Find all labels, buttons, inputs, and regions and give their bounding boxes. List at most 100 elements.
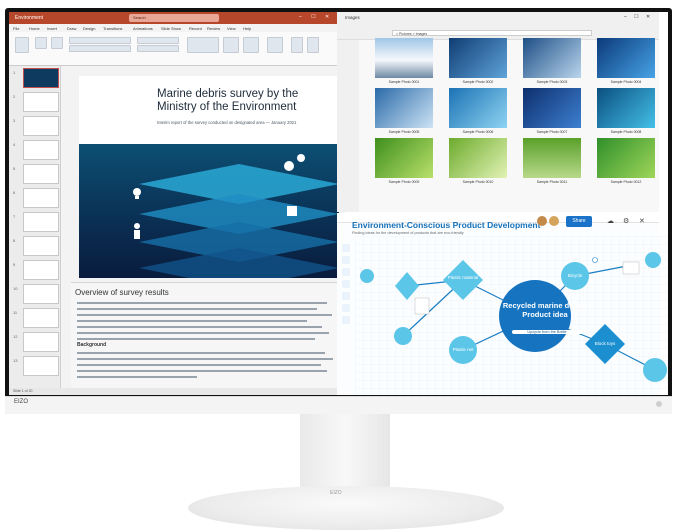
monitor-screen: Environment Search – ☐ ✕ File Home Inser… bbox=[9, 12, 668, 395]
explorer-address-bar[interactable]: > Pictures > Images bbox=[392, 30, 592, 36]
slide-thumbnail[interactable] bbox=[23, 212, 59, 232]
pen-tool[interactable] bbox=[342, 244, 350, 252]
quick-styles-button[interactable] bbox=[243, 37, 259, 53]
notes-text-line bbox=[77, 352, 325, 354]
image-tool[interactable] bbox=[342, 304, 350, 312]
slide-thumbnail[interactable] bbox=[23, 308, 59, 328]
sticky-note-tool[interactable] bbox=[342, 292, 350, 300]
slide-thumbnail[interactable] bbox=[23, 236, 59, 256]
menu-home[interactable]: Home bbox=[29, 26, 40, 31]
slide-thumbnail[interactable] bbox=[23, 164, 59, 184]
ppt-window-title: Environment bbox=[15, 15, 44, 21]
image-thumbnail[interactable] bbox=[523, 138, 581, 178]
image-caption: Sample Photo 0003 bbox=[536, 80, 568, 84]
close-icon[interactable]: ✕ bbox=[639, 217, 645, 225]
notes-text-line bbox=[77, 370, 327, 372]
slide-number: 13 bbox=[13, 358, 18, 363]
new-slide-button[interactable] bbox=[35, 37, 47, 49]
notes-text-line bbox=[77, 358, 333, 360]
notes-text-line bbox=[77, 332, 329, 334]
explorer-nav-pane[interactable] bbox=[337, 40, 359, 212]
power-button[interactable] bbox=[656, 401, 662, 407]
image-caption: Sample Photo 0012 bbox=[610, 180, 642, 184]
dictate-button[interactable] bbox=[291, 37, 303, 53]
gear-icon[interactable]: ⚙ bbox=[623, 217, 629, 225]
slide-thumbnail[interactable] bbox=[23, 356, 59, 376]
window-controls[interactable]: – ☐ ✕ bbox=[299, 14, 333, 20]
ppt-ribbon bbox=[9, 32, 345, 66]
image-thumbnail[interactable] bbox=[375, 88, 433, 128]
arrange-button[interactable] bbox=[223, 37, 239, 53]
slide-number: 1 bbox=[13, 70, 16, 75]
slide-thumbnail[interactable] bbox=[23, 188, 59, 208]
image-thumbnail[interactable] bbox=[449, 38, 507, 78]
paragraph-bar[interactable] bbox=[137, 37, 179, 44]
image-thumbnail[interactable] bbox=[597, 138, 655, 178]
menu-insert[interactable]: Insert bbox=[47, 26, 57, 31]
designer-button[interactable] bbox=[307, 37, 319, 53]
shape-tool[interactable] bbox=[342, 256, 350, 264]
notes-text-line bbox=[77, 364, 321, 366]
menu-design[interactable]: Design bbox=[83, 26, 95, 31]
slide-number: 3 bbox=[13, 118, 16, 123]
menu-record[interactable]: Record bbox=[189, 26, 202, 31]
font-select[interactable] bbox=[69, 37, 131, 44]
paste-button[interactable] bbox=[15, 37, 29, 53]
slide-number: 12 bbox=[13, 334, 18, 339]
image-caption: Sample Photo 0006 bbox=[462, 130, 494, 134]
slide-thumbnail[interactable] bbox=[23, 116, 59, 136]
center-node-tag: Upcycle from the Bottle bbox=[512, 330, 582, 334]
ppt-search-box[interactable]: Search bbox=[129, 14, 219, 22]
notes-text-line bbox=[77, 338, 315, 340]
eraser-tool[interactable] bbox=[342, 280, 350, 288]
slide-thumbnail[interactable] bbox=[23, 260, 59, 280]
menu-draw[interactable]: Draw bbox=[67, 26, 76, 31]
powerpoint-window: Environment Search – ☐ ✕ File Home Inser… bbox=[9, 12, 345, 395]
slide-number: 2 bbox=[13, 94, 16, 99]
slide-canvas[interactable]: Marine debris survey by the Ministry of … bbox=[79, 76, 339, 278]
layout-button[interactable] bbox=[51, 37, 63, 49]
notes-background-heading: Background bbox=[77, 342, 107, 348]
slide-thumbnail[interactable] bbox=[23, 284, 59, 304]
slide-number: 9 bbox=[13, 262, 16, 267]
node-label: Block toys bbox=[594, 341, 616, 346]
notes-text-line bbox=[77, 308, 317, 310]
image-thumbnail[interactable] bbox=[449, 138, 507, 178]
font-format-bar[interactable] bbox=[69, 45, 131, 52]
slide-thumbnail[interactable] bbox=[23, 68, 59, 88]
notes-text-line bbox=[77, 326, 322, 328]
image-thumbnail[interactable] bbox=[375, 38, 433, 78]
image-thumbnail[interactable] bbox=[597, 88, 655, 128]
menu-file[interactable]: File bbox=[13, 26, 19, 31]
image-thumbnail[interactable] bbox=[375, 138, 433, 178]
undo-tool[interactable] bbox=[342, 316, 350, 324]
share-button[interactable]: Share bbox=[566, 216, 592, 227]
menu-help[interactable]: Help bbox=[243, 26, 251, 31]
editing-button[interactable] bbox=[267, 37, 283, 53]
image-caption: Sample Photo 0007 bbox=[536, 130, 568, 134]
image-thumbnail[interactable] bbox=[523, 38, 581, 78]
avatar[interactable] bbox=[549, 216, 559, 226]
drawing-shapes[interactable] bbox=[187, 37, 219, 53]
image-caption: Sample Photo 0002 bbox=[462, 80, 494, 84]
menu-review[interactable]: Review bbox=[207, 26, 220, 31]
cloud-icon[interactable]: ☁ bbox=[607, 217, 614, 225]
explorer-window-controls[interactable]: – ☐ ✕ bbox=[624, 14, 653, 20]
align-bar[interactable] bbox=[137, 45, 179, 52]
image-thumbnail[interactable] bbox=[449, 88, 507, 128]
slide-thumbnail[interactable] bbox=[23, 92, 59, 112]
image-thumbnail[interactable] bbox=[597, 38, 655, 78]
image-thumbnail[interactable] bbox=[523, 88, 581, 128]
slide-subtitle: Interim report of the survey conducted o… bbox=[157, 120, 297, 125]
slide-thumbnail[interactable] bbox=[23, 332, 59, 352]
menu-view[interactable]: View bbox=[227, 26, 236, 31]
text-tool[interactable] bbox=[342, 268, 350, 276]
menu-slideshow[interactable]: Slide Show bbox=[161, 26, 181, 31]
menu-transitions[interactable]: Transitions bbox=[103, 26, 122, 31]
avatar[interactable] bbox=[537, 216, 547, 226]
menu-animations[interactable]: Animations bbox=[133, 26, 153, 31]
whiteboard-tool-palette bbox=[342, 244, 352, 344]
brand-logo: EIZO bbox=[14, 399, 29, 405]
slide-thumbnail[interactable] bbox=[23, 140, 59, 160]
slide-number: 5 bbox=[13, 166, 16, 171]
